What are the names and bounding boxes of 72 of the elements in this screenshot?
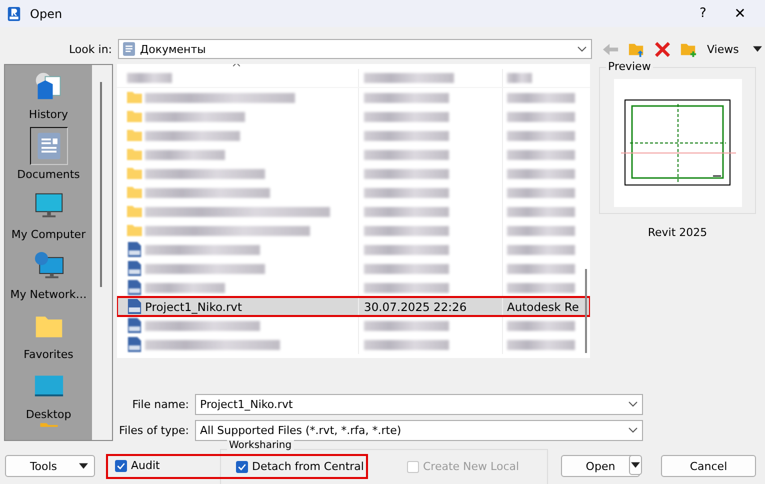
folder-icon	[127, 109, 142, 124]
document-icon	[123, 42, 135, 56]
checkmark-icon	[237, 462, 247, 472]
folder-icon	[127, 185, 142, 200]
chevron-icon	[628, 427, 638, 434]
tools-button[interactable]: Tools	[5, 455, 95, 477]
places-item[interactable]: Desktop	[5, 365, 92, 425]
caret-icon	[752, 46, 762, 52]
folder-icon	[127, 204, 142, 219]
file-icon	[127, 337, 142, 352]
worksharing-label: Worksharing	[227, 440, 294, 451]
file-date: 30.07.2025 22:26	[364, 300, 467, 314]
clock-document-icon	[34, 71, 64, 101]
audit-checkbox[interactable]: Audit	[115, 459, 160, 472]
places-item[interactable]: My Network…	[5, 245, 92, 305]
folder-icon	[127, 128, 142, 143]
close-button[interactable]: ✕	[715, 6, 765, 22]
look-in-label: Look in:	[68, 42, 112, 56]
blurred-text	[507, 282, 575, 292]
file-type: Autodesk Re	[507, 300, 579, 314]
blurred-text	[507, 206, 575, 216]
blurred-text	[507, 244, 575, 254]
file-icon	[127, 318, 142, 333]
blurred-text	[507, 73, 532, 83]
views-menu[interactable]: Views	[707, 42, 762, 56]
cancel-button[interactable]: Cancel	[661, 455, 756, 477]
folder-icon	[127, 90, 142, 105]
blurred-text	[507, 188, 575, 198]
blurred-text	[507, 168, 575, 178]
file-icon	[127, 261, 142, 276]
places-item[interactable]: Documents	[5, 125, 92, 185]
blurred-text	[507, 264, 575, 274]
file-type-label: Files of type:	[118, 424, 189, 437]
chevron-icon	[628, 401, 638, 408]
file-icon	[127, 242, 142, 257]
blurred-text	[507, 112, 575, 122]
window-title: Open	[30, 6, 62, 20]
folder-icon	[38, 423, 58, 427]
file-icon	[127, 299, 142, 314]
folder-icon	[127, 223, 142, 238]
app-logo-icon	[7, 6, 21, 22]
help-button[interactable]: ?	[691, 6, 715, 21]
blurred-text	[507, 130, 575, 140]
blurred-text	[127, 73, 172, 83]
blurred-text	[507, 150, 575, 160]
blurred-text	[507, 340, 575, 350]
blurred-text	[507, 92, 575, 102]
look-in-dropdown[interactable]: Документы	[118, 39, 592, 59]
file-type-dropdown[interactable]: All Supported Files (*.rvt, *.rfa, *.rte)	[195, 420, 643, 441]
option-checkbox[interactable]: Detach from Central	[236, 460, 364, 473]
file-name-field[interactable]: Project1_Niko.rvt	[195, 394, 643, 415]
checkmark-icon	[116, 460, 126, 470]
folder-icon	[127, 166, 142, 181]
delete-icon[interactable]	[654, 40, 671, 58]
places-item[interactable]: Favorites	[5, 305, 92, 365]
version-label: Revit 2025	[648, 226, 708, 239]
folder-icon	[127, 147, 142, 162]
scrollbar-thumb[interactable]	[585, 269, 587, 353]
caret-icon	[631, 462, 640, 468]
caret-icon	[79, 463, 88, 469]
places-item[interactable]: History	[5, 65, 92, 125]
places-item[interactable]: My Computer	[5, 185, 92, 245]
file-name: Project1_Niko.rvt	[145, 300, 242, 314]
file-name-label: File name:	[131, 398, 189, 411]
preview-label: Preview	[606, 60, 653, 73]
file-row[interactable]: Project1_Niko.rvt 30.07.2025 22:26 Autodesk Re	[117, 297, 590, 316]
blurred-text	[507, 226, 575, 236]
blurred-text	[507, 320, 575, 330]
chevron-icon	[577, 46, 587, 52]
globe-monitor-icon	[34, 251, 64, 281]
scrollbar-thumb[interactable]	[100, 82, 102, 287]
file-icon	[127, 280, 142, 295]
